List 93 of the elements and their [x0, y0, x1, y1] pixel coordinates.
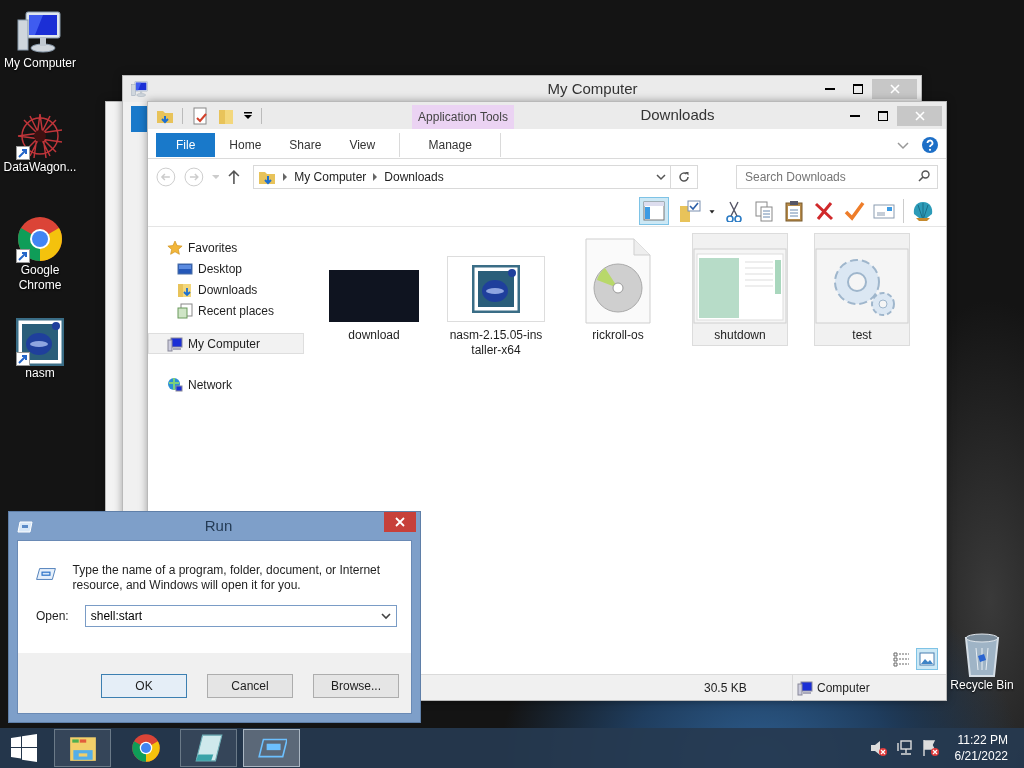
chevron-right-icon	[282, 173, 289, 181]
dialog-description: Type the name of a program, folder, document, or Internet resource, and Windows will open it for you.	[72, 563, 382, 593]
pane-icon	[643, 199, 665, 222]
chevron-down-icon[interactable]	[656, 172, 667, 182]
desktop-icon-label[interactable]: Google Chrome	[0, 263, 80, 293]
ribbon-tab[interactable]: Manage	[399, 133, 502, 157]
chrome-icon[interactable]	[16, 215, 64, 263]
ribbon-tab[interactable]: File	[156, 133, 216, 157]
close-button[interactable]	[384, 512, 416, 532]
clock[interactable]: 11:22 PM 6/21/2022	[954, 732, 1008, 764]
nav-item[interactable]: Favorites	[148, 237, 304, 258]
nasm-logo-icon[interactable]	[16, 318, 64, 366]
file-item[interactable]: download	[326, 233, 422, 346]
file-item[interactable]: rickroll-os	[570, 233, 666, 346]
desktop-icon	[177, 260, 193, 277]
folder-icon	[177, 281, 193, 298]
cut-icon[interactable]	[723, 199, 745, 222]
computer-icon[interactable]	[16, 8, 64, 56]
ribbon-tab[interactable]: Home	[215, 133, 276, 157]
nav-item[interactable]: Network	[148, 374, 304, 395]
ribbon-tab[interactable]: Share	[275, 133, 336, 157]
minimize-icon	[850, 114, 860, 117]
run-app-icon	[17, 520, 33, 533]
desktop-icon-label[interactable]: My Computer	[4, 56, 76, 71]
help-icon[interactable]	[922, 137, 938, 153]
open-label: Open:	[36, 608, 69, 625]
chevron-down-icon[interactable]	[381, 611, 391, 621]
nasm-logo-icon	[472, 265, 520, 313]
star-icon	[167, 239, 183, 256]
computer-icon	[797, 679, 813, 696]
status-size: 30.5 KB	[704, 679, 748, 697]
window-thumbnail-icon	[693, 248, 787, 324]
flag-icon[interactable]	[920, 739, 939, 757]
ribbon-tab[interactable]: View	[335, 133, 390, 157]
close-icon	[889, 84, 900, 94]
desktop-icon-label[interactable]: Recycle Bin	[950, 678, 1014, 693]
gears-icon	[815, 248, 909, 324]
taskbar-app-button[interactable]	[54, 729, 111, 767]
recent-places-icon	[177, 302, 193, 319]
close-icon	[914, 110, 925, 121]
search-field[interactable]: Search Downloads	[736, 165, 938, 189]
dialog-title: Run	[203, 515, 234, 536]
nav-item[interactable]: Desktop	[148, 258, 304, 279]
refresh-icon	[678, 171, 691, 183]
dialog-button[interactable]: Cancel	[207, 674, 293, 698]
network-icon	[167, 376, 183, 393]
network-icon[interactable]	[894, 739, 913, 757]
checkmark-icon[interactable]	[843, 199, 865, 222]
close-icon	[395, 517, 405, 527]
dialog-button[interactable]: Browse...	[313, 674, 399, 698]
open-combo-field[interactable]: shell:start	[84, 605, 397, 627]
dialog-button[interactable]: OK	[101, 674, 187, 698]
nav-item[interactable]: Downloads	[148, 279, 304, 300]
chrome-icon	[130, 733, 161, 763]
window-title: Downloads	[639, 105, 716, 126]
nav-item[interactable]: My Computer	[148, 333, 304, 354]
preview-pane-button[interactable]	[639, 196, 669, 225]
file-item[interactable]: test	[814, 233, 910, 346]
maximize-icon	[878, 110, 888, 121]
up-arrow-icon[interactable]	[227, 169, 242, 185]
nav-item[interactable]: Recent places	[148, 300, 304, 321]
search-icon	[918, 170, 930, 182]
breadcrumb-item[interactable]: My Computer	[294, 168, 367, 186]
chevron-right-icon	[372, 173, 379, 181]
taskbar-app-button[interactable]	[180, 729, 237, 767]
large-icons-view-icon	[918, 650, 936, 668]
desktop-icon-label[interactable]: DataWagon...	[3, 160, 77, 175]
app-icon	[131, 80, 149, 99]
address-bar[interactable]: My Computer Downloads	[253, 165, 672, 189]
disc-file-icon	[585, 238, 651, 324]
breadcrumb-item[interactable]: Downloads	[384, 168, 444, 186]
view-button[interactable]	[916, 648, 938, 670]
context-tab-group-label: Application Tools	[412, 105, 514, 129]
properties-icon[interactable]	[191, 106, 209, 125]
status-location: Computer	[817, 679, 870, 697]
refresh-button[interactable]	[670, 165, 699, 189]
folder-options-icon[interactable]	[679, 199, 701, 222]
file-item[interactable]: nasm-2.15.05-installer-x64	[448, 233, 544, 361]
maximize-icon	[853, 84, 863, 94]
delete-icon[interactable]	[813, 199, 835, 222]
minimize-icon	[825, 88, 835, 90]
starburst-icon[interactable]	[16, 112, 64, 160]
shell-icon[interactable]	[912, 199, 934, 222]
computer-icon	[167, 335, 183, 352]
file-item[interactable]: shutdown	[692, 233, 788, 346]
window-title: My Computer	[546, 78, 639, 99]
details-view-icon	[892, 650, 910, 668]
notepad-icon	[193, 733, 224, 763]
dropdown-icon[interactable]	[243, 110, 253, 121]
paste-icon[interactable]	[783, 199, 805, 222]
desktop-icon-label[interactable]: nasm	[25, 366, 55, 381]
windows-logo-icon	[10, 734, 38, 762]
speaker-muted-icon[interactable]	[868, 739, 887, 757]
